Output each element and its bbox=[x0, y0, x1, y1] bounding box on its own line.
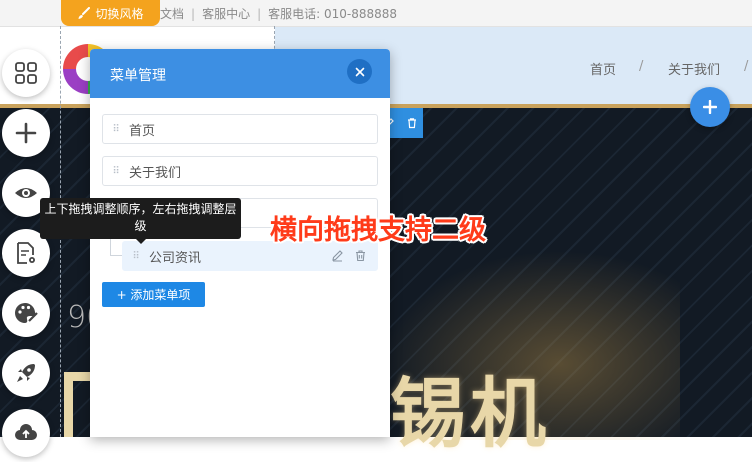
drag-hint-tooltip: 上下拖拽调整顺序，左右拖拽调整层级 bbox=[40, 198, 241, 239]
publish-button[interactable] bbox=[2, 349, 50, 397]
divider: | bbox=[257, 7, 262, 21]
menu-item-label: 公司资讯 bbox=[149, 250, 202, 266]
nav-separator: / bbox=[744, 59, 749, 74]
add-menu-item-button[interactable]: + 添加菜单项 bbox=[102, 282, 205, 307]
page-settings-icon bbox=[17, 242, 35, 264]
grid-icon bbox=[15, 62, 37, 84]
tree-connector bbox=[110, 237, 122, 256]
add-button[interactable] bbox=[2, 109, 50, 157]
cloud-upload-icon bbox=[15, 424, 37, 440]
nav-item-home[interactable]: 首页 bbox=[590, 59, 616, 78]
menu-item[interactable]: ⠿ 关于我们 bbox=[102, 156, 378, 186]
nav-item-about[interactable]: 关于我们 bbox=[668, 59, 720, 78]
banner-title: 锡机 bbox=[390, 369, 550, 458]
palette-icon bbox=[15, 302, 38, 323]
nav-separator: / bbox=[639, 59, 644, 74]
edit-icon[interactable] bbox=[331, 249, 344, 262]
menu-item-label: 首页 bbox=[129, 123, 156, 139]
service-center-link[interactable]: 客服中心 bbox=[202, 7, 250, 21]
drag-handle-icon[interactable]: ⠿ bbox=[103, 124, 129, 135]
doc-link[interactable]: 文档 bbox=[160, 7, 184, 21]
delete-icon[interactable] bbox=[406, 117, 418, 129]
divider: | bbox=[191, 7, 196, 21]
top-info-bar: 切换风格 文档 | 客服中心 | 客服电话: 010-888888 bbox=[0, 0, 752, 27]
tooltip-arrow bbox=[136, 239, 146, 244]
panel-title: 菜单管理 bbox=[110, 68, 166, 84]
drag-handle-icon[interactable]: ⠿ bbox=[123, 251, 149, 262]
style-switch-button[interactable]: 切换风格 bbox=[61, 0, 160, 26]
add-section-button[interactable] bbox=[690, 87, 730, 127]
menu-item[interactable]: ⠿ 首页 bbox=[102, 114, 378, 144]
rocket-icon bbox=[17, 364, 35, 382]
close-button[interactable] bbox=[347, 59, 372, 84]
drag-handle-icon[interactable]: ⠿ bbox=[103, 166, 129, 177]
plus-icon bbox=[15, 122, 37, 144]
item-actions bbox=[331, 249, 367, 262]
upload-button[interactable] bbox=[2, 409, 50, 457]
delete-icon[interactable] bbox=[354, 249, 367, 262]
close-icon bbox=[355, 67, 364, 76]
menu-item-label: 关于我们 bbox=[129, 165, 182, 181]
brush-icon bbox=[78, 6, 91, 19]
service-phone-text: 客服电话: 010-888888 bbox=[268, 7, 398, 21]
style-switch-label: 切换风格 bbox=[95, 6, 144, 21]
top-info-links: 文档 | 客服中心 | 客服电话: 010-888888 bbox=[160, 5, 397, 22]
theme-button[interactable] bbox=[2, 289, 50, 337]
feature-annotation: 横向拖拽支持二级 bbox=[270, 215, 486, 246]
plus-icon bbox=[703, 100, 717, 114]
panel-header: 菜单管理 bbox=[90, 49, 390, 98]
grid-button[interactable] bbox=[2, 49, 50, 97]
eye-icon bbox=[15, 188, 37, 198]
